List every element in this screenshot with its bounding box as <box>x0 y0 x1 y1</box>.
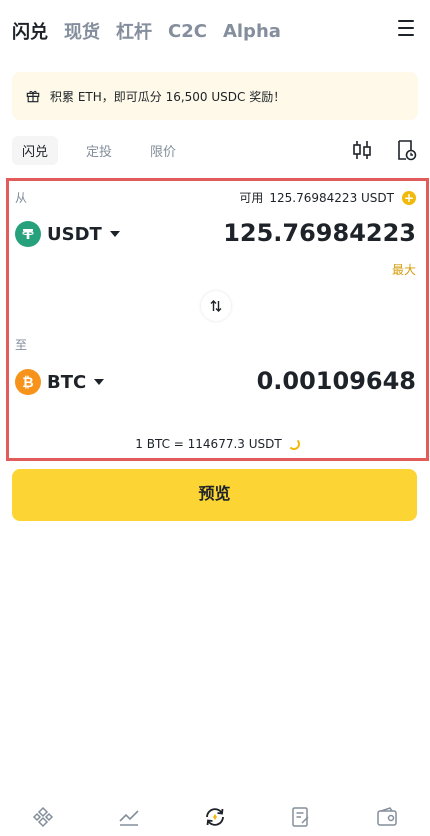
banner-text: 积累 ETH，即可瓜分 16,500 USDC 奖励！ <box>50 89 286 104</box>
from-coin-name: USDT <box>47 223 102 245</box>
tab-spot[interactable]: 现货 <box>64 18 100 44</box>
futures-icon[interactable] <box>289 805 313 829</box>
tab-alpha[interactable]: Alpha <box>223 21 281 42</box>
refresh-spinner-icon <box>287 438 300 450</box>
subtab-recurring[interactable]: 定投 <box>76 136 122 165</box>
sub-tabs: 闪兑 定投 限价 <box>12 135 418 165</box>
bottom-nav <box>0 792 430 836</box>
subtab-limit[interactable]: 限价 <box>140 136 186 165</box>
wallet-icon[interactable] <box>375 805 399 829</box>
swap-panel: 从 可用 125.76984223 USDT + USDT 125.769842… <box>6 178 429 461</box>
from-label: 从 <box>15 191 28 205</box>
menu-icon[interactable] <box>398 20 414 36</box>
max-button[interactable]: 最大 <box>392 261 416 278</box>
top-nav: 闪兑 现货 杠杆 C2C Alpha <box>12 14 418 48</box>
usdt-logo-icon <box>15 221 41 247</box>
tab-flash-swap[interactable]: 闪兑 <box>12 18 48 44</box>
order-history-icon[interactable] <box>394 138 418 162</box>
tab-c2c[interactable]: C2C <box>168 21 207 42</box>
trade-icon[interactable] <box>203 805 227 829</box>
tab-margin[interactable]: 杠杆 <box>116 18 152 44</box>
rate-text: 1 BTC = 114677.3 USDT <box>135 437 282 451</box>
to-coin-selector[interactable]: ₿ BTC <box>15 369 105 395</box>
from-coin-selector[interactable]: USDT <box>15 221 120 247</box>
to-coin-name: BTC <box>47 371 87 393</box>
btc-logo-icon: ₿ <box>15 369 41 395</box>
chevron-down-icon <box>94 379 105 385</box>
to-amount: 0.00109648 <box>256 367 416 395</box>
add-funds-icon[interactable]: + <box>402 190 416 205</box>
to-label: 至 <box>15 338 28 352</box>
preview-button[interactable]: 预览 <box>12 469 417 521</box>
available-balance: 可用 125.76984223 USDT + <box>239 189 416 206</box>
chevron-down-icon <box>109 231 120 237</box>
subtab-flash-swap[interactable]: 闪兑 <box>12 135 59 165</box>
candlestick-chart-icon[interactable] <box>350 138 374 162</box>
promo-banner[interactable]: 积累 ETH，即可瓜分 16,500 USDC 奖励！ <box>12 72 418 120</box>
markets-icon[interactable] <box>117 805 141 829</box>
gift-icon <box>26 90 40 103</box>
available-label: 可用 <box>239 191 264 205</box>
swap-direction-button[interactable] <box>201 291 231 321</box>
available-value: 125.76984223 USDT <box>269 190 394 205</box>
exchange-rate: 1 BTC = 114677.3 USDT <box>9 437 426 451</box>
home-icon[interactable] <box>31 805 55 829</box>
from-amount[interactable]: 125.76984223 <box>223 219 416 247</box>
swap-arrows-icon <box>210 300 222 312</box>
